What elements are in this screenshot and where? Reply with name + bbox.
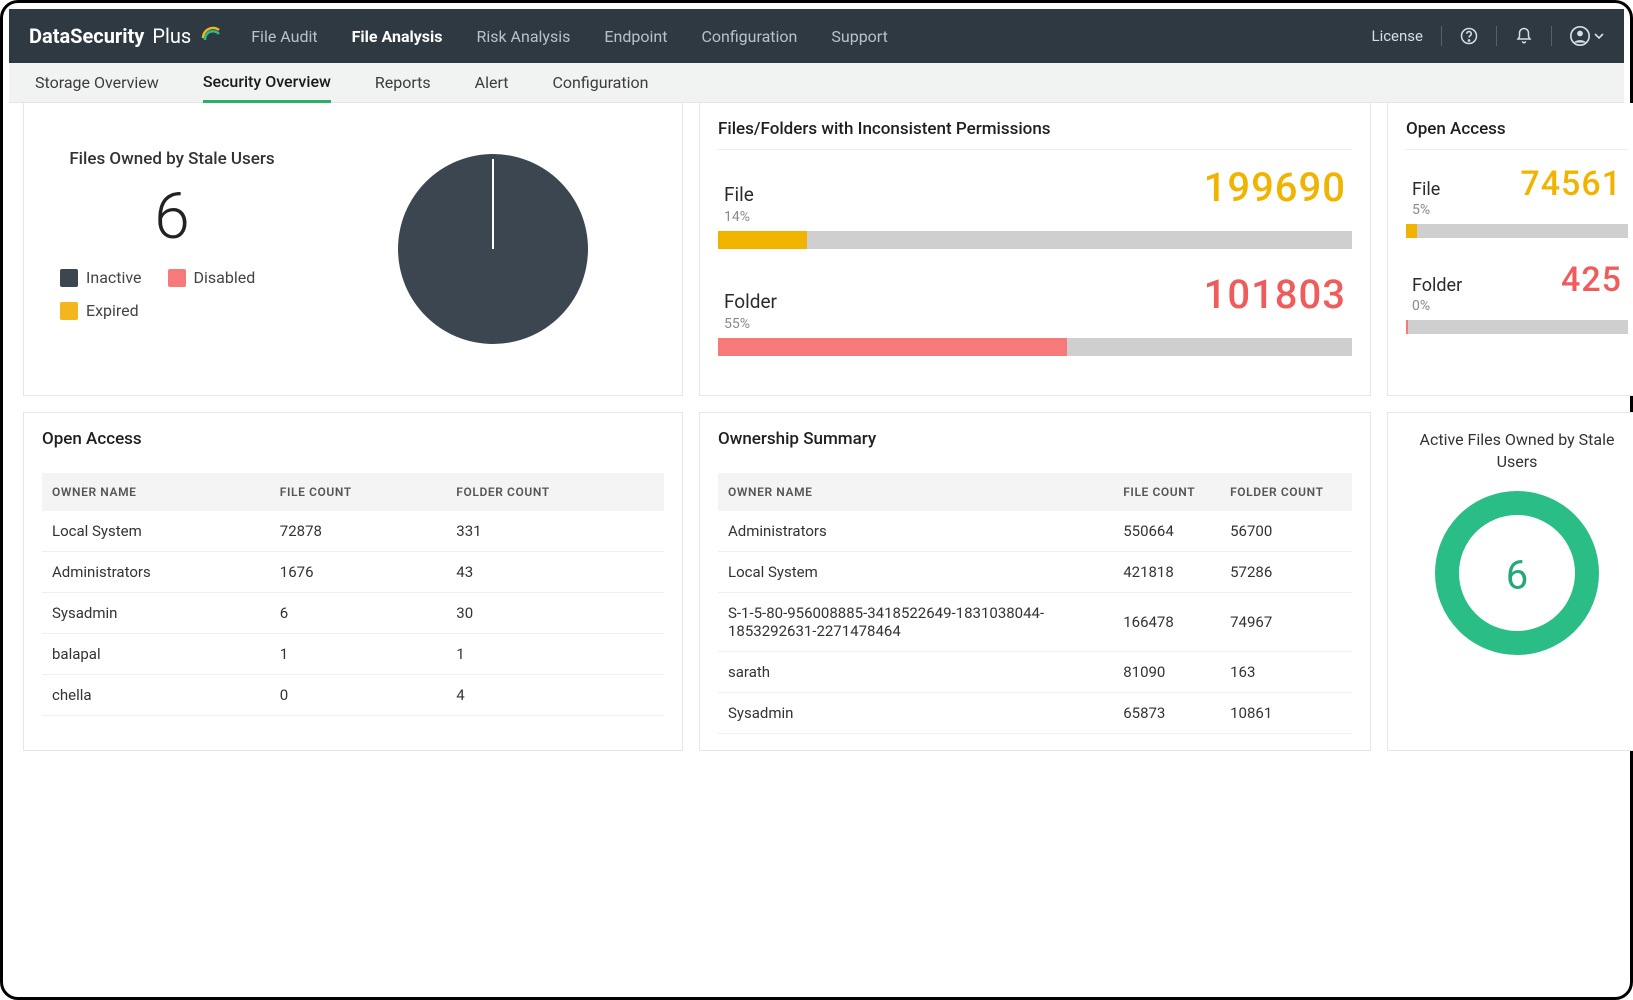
inconsistent-title: Files/Folders with Inconsistent Permissi… [718,119,1352,150]
active-stale-donut: 6 [1432,488,1602,662]
brand-text-2: Plus [152,24,191,48]
openaccess-folder-value: 425 [1561,260,1622,300]
nav-endpoint[interactable]: Endpoint [604,27,667,46]
inconsistent-file-row: File 199690 14% [718,164,1352,249]
help-icon[interactable] [1460,27,1478,45]
openaccess-file-row: File 74561 5% [1406,164,1628,238]
tab-security-overview[interactable]: Security Overview [203,63,331,103]
brand: DataSecurity Plus [29,24,223,48]
table-row[interactable]: chella04 [42,675,664,716]
legend-inactive: Inactive [60,268,142,287]
card-inconsistent-permissions: Files/Folders with Inconsistent Permissi… [699,103,1371,396]
oa-th-folders: FOLDER COUNT [446,473,664,511]
divider [1551,26,1552,46]
openaccess-file-value: 74561 [1520,164,1622,204]
inconsistent-folder-pct: 55% [718,316,1352,332]
dashboard-content: Files Owned by Stale Users 6 Inactive Di… [9,103,1624,751]
brand-text-1: DataSecurity [29,24,144,48]
user-icon [1570,26,1590,46]
tab-configuration[interactable]: Configuration [553,64,649,101]
ownership-title: Ownership Summary [718,429,1352,459]
os-th-owner: OWNER NAME [718,473,1113,511]
open-access-small-title: Open Access [1406,119,1628,150]
table-row[interactable]: Administrators167643 [42,552,664,593]
tab-reports[interactable]: Reports [375,64,431,101]
nav-configuration[interactable]: Configuration [701,27,797,46]
inconsistent-file-label: File [724,183,754,206]
openaccess-folder-bar [1406,320,1628,334]
table-row[interactable]: Local System42181857286 [718,552,1352,593]
swatch-disabled [168,269,186,287]
chevron-down-icon [1594,31,1604,41]
inconsistent-folder-value: 101803 [1204,271,1346,318]
tab-alert[interactable]: Alert [475,64,509,101]
nav-risk-analysis[interactable]: Risk Analysis [476,27,570,46]
license-link[interactable]: License [1371,27,1423,45]
active-stale-value: 6 [1432,551,1602,598]
table-row[interactable]: S-1-5-80-956008885-3418522649-1831038044… [718,593,1352,652]
open-access-table: OWNER NAME FILE COUNT FOLDER COUNT Local… [42,473,664,716]
stale-users-count: 6 [42,179,302,254]
oa-th-owner: OWNER NAME [42,473,270,511]
divider [1496,26,1497,46]
topnav-right: License [1371,26,1604,46]
inconsistent-folder-bar [718,338,1352,356]
legend-disabled: Disabled [168,268,256,287]
inconsistent-file-pct: 14% [718,209,1352,225]
inconsistent-folder-label: Folder [724,290,777,313]
nav-support[interactable]: Support [831,27,887,46]
brand-logo-icon [199,24,223,48]
inconsistent-file-bar [718,231,1352,249]
oa-th-files: FILE COUNT [270,473,447,511]
card-ownership-summary: Ownership Summary OWNER NAME FILE COUNT … [699,412,1371,751]
inconsistent-folder-row: Folder 101803 55% [718,271,1352,356]
card-open-access-summary: Open Access File 74561 5% Folder 425 0% [1387,103,1633,396]
stale-users-pie [322,149,664,349]
topnav-items: File Audit File Analysis Risk Analysis E… [251,27,888,46]
table-row[interactable]: Administrators55066456700 [718,511,1352,552]
nav-file-analysis[interactable]: File Analysis [352,27,443,46]
bell-icon[interactable] [1515,27,1533,45]
active-stale-title: Active Files Owned by Stale Users [1406,429,1628,474]
sub-nav: Storage Overview Security Overview Repor… [9,63,1624,103]
stale-legend: Inactive Disabled Expired [42,268,302,320]
legend-expired: Expired [60,301,139,320]
user-menu[interactable] [1570,26,1604,46]
card-active-stale-donut: Active Files Owned by Stale Users 6 [1387,412,1633,751]
top-nav: DataSecurity Plus File Audit File Analys… [9,9,1624,63]
nav-file-audit[interactable]: File Audit [251,27,317,46]
inconsistent-file-value: 199690 [1204,164,1346,211]
openaccess-folder-row: Folder 425 0% [1406,260,1628,334]
table-row[interactable]: Sysadmin630 [42,593,664,634]
open-access-table-title: Open Access [42,429,664,459]
ownership-table: OWNER NAME FILE COUNT FOLDER COUNT Admin… [718,473,1352,734]
os-th-folders: FOLDER COUNT [1220,473,1352,511]
tab-storage-overview[interactable]: Storage Overview [35,64,159,101]
openaccess-folder-label: Folder [1412,275,1462,296]
swatch-inactive [60,269,78,287]
table-row[interactable]: Local System72878331 [42,511,664,552]
divider [1441,26,1442,46]
table-row[interactable]: sarath81090163 [718,652,1352,693]
openaccess-folder-pct: 0% [1406,298,1628,314]
card-open-access-table: Open Access OWNER NAME FILE COUNT FOLDER… [23,412,683,751]
stale-users-title: Files Owned by Stale Users [42,149,302,169]
swatch-expired [60,302,78,320]
os-th-files: FILE COUNT [1113,473,1220,511]
table-row[interactable]: Sysadmin6587310861 [718,693,1352,734]
openaccess-file-label: File [1412,179,1440,200]
openaccess-file-pct: 5% [1406,202,1628,218]
table-row[interactable]: balapal11 [42,634,664,675]
card-stale-users: Files Owned by Stale Users 6 Inactive Di… [23,103,683,396]
openaccess-file-bar [1406,224,1628,238]
